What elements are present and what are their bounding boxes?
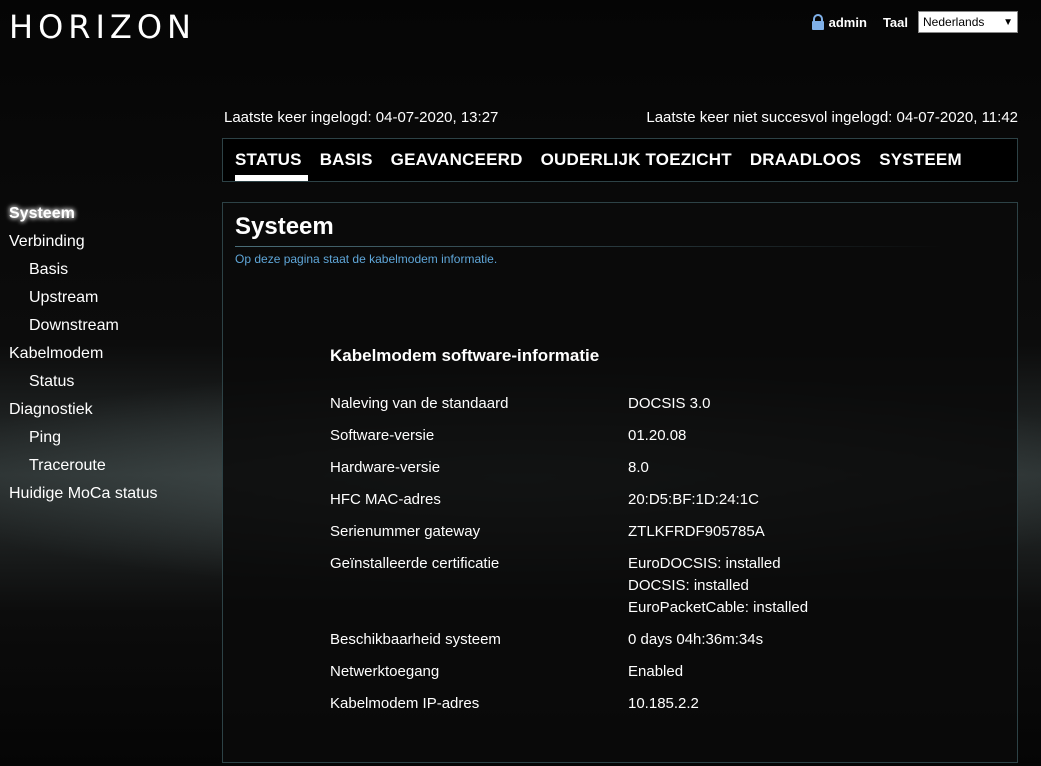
sidebar-item-downstream[interactable]: Downstream xyxy=(9,312,158,340)
info-row: Netwerktoegang Enabled xyxy=(330,661,808,683)
horizon-logo: HORIZON xyxy=(9,8,196,46)
lock-icon xyxy=(811,14,825,30)
sidebar-item-basis[interactable]: Basis xyxy=(9,256,158,284)
page-title: Systeem xyxy=(235,213,334,240)
info-row: Software-versie 01.20.08 xyxy=(330,425,808,447)
sidebar-item-diagnostiek[interactable]: Diagnostiek xyxy=(9,396,158,424)
info-label: Naleving van de standaard xyxy=(330,395,509,412)
info-value: 10.185.2.2 xyxy=(628,695,699,712)
info-value: 20:D5:BF:1D:24:1C xyxy=(628,491,759,508)
last-failed-login-text: Laatste keer niet succesvol ingelogd: 04… xyxy=(646,109,1018,126)
info-value: DOCSIS 3.0 xyxy=(628,395,711,412)
sidebar-item-kabelmodem[interactable]: Kabelmodem xyxy=(9,340,158,368)
info-value: 01.20.08 xyxy=(628,427,687,444)
language-select[interactable]: Nederlands ▼ xyxy=(918,11,1018,33)
info-label: Geïnstalleerde certificatie xyxy=(330,555,500,572)
info-label: HFC MAC-adres xyxy=(330,491,441,508)
nav-tab-ouderlijk-toezicht[interactable]: OUDERLIJK TOEZICHT xyxy=(541,139,732,181)
page-description: Op deze pagina staat de kabelmodem infor… xyxy=(235,252,498,266)
sidebar-menu: Systeem Verbinding Basis Upstream Downst… xyxy=(9,200,158,508)
info-row: Kabelmodem IP-adres 10.185.2.2 xyxy=(330,693,808,715)
chevron-down-icon: ▼ xyxy=(1003,16,1013,28)
language-value: Nederlands xyxy=(923,15,985,29)
info-label: Beschikbaarheid systeem xyxy=(330,631,501,648)
info-value: Enabled xyxy=(628,663,684,680)
info-row: Geïnstalleerde certificatie EuroDOCSIS: … xyxy=(330,553,808,619)
info-row: HFC MAC-adres 20:D5:BF:1D:24:1C xyxy=(330,489,808,511)
info-row: Serienummer gateway ZTLKFRDF905785A xyxy=(330,521,808,543)
sidebar-item-status[interactable]: Status xyxy=(9,368,158,396)
info-value: ZTLKFRDF905785A xyxy=(628,523,765,540)
nav-tab-draadloos[interactable]: DRAADLOOS xyxy=(750,139,861,181)
info-value: EuroDOCSIS: installed DOCSIS: installed … xyxy=(628,555,809,616)
sidebar-item-ping[interactable]: Ping xyxy=(9,424,158,452)
user-badge[interactable]: admin xyxy=(811,14,867,30)
sidebar-item-upstream[interactable]: Upstream xyxy=(9,284,158,312)
main-nav: STATUS BASIS GEAVANCEERD OUDERLIJK TOEZI… xyxy=(222,138,1018,182)
sidebar-item-systeem[interactable]: Systeem xyxy=(9,200,158,228)
nav-tab-status[interactable]: STATUS xyxy=(235,139,308,181)
sidebar-item-moca-status[interactable]: Huidige MoCa status xyxy=(9,480,158,508)
info-value: 0 days 04h:36m:34s xyxy=(628,631,764,648)
info-row: Beschikbaarheid systeem 0 days 04h:36m:3… xyxy=(330,629,808,651)
language-label: Taal xyxy=(882,14,908,30)
info-label: Serienummer gateway xyxy=(330,523,481,540)
login-info-bar: Laatste keer ingelogd: 04-07-2020, 13:27… xyxy=(224,109,1018,126)
nav-tab-geavanceerd[interactable]: GEAVANCEERD xyxy=(391,139,523,181)
info-table: Naleving van de standaard DOCSIS 3.0 Sof… xyxy=(330,393,808,725)
last-login-text: Laatste keer ingelogd: 04-07-2020, 13:27 xyxy=(224,109,499,126)
content-panel: Systeem Op deze pagina staat de kabelmod… xyxy=(222,202,1018,763)
user-name: admin xyxy=(828,14,867,30)
top-right-bar: admin Taal Nederlands ▼ xyxy=(811,11,1018,33)
info-row: Hardware-versie 8.0 xyxy=(330,457,808,479)
info-label: Kabelmodem IP-adres xyxy=(330,695,480,712)
sidebar-item-verbinding[interactable]: Verbinding xyxy=(9,228,158,256)
info-label: Netwerktoegang xyxy=(330,663,440,680)
info-value: 8.0 xyxy=(628,459,649,476)
nav-tab-basis[interactable]: BASIS xyxy=(320,139,373,181)
info-label: Hardware-versie xyxy=(330,459,441,476)
title-divider xyxy=(235,246,945,247)
sidebar-item-traceroute[interactable]: Traceroute xyxy=(9,452,158,480)
nav-tab-systeem[interactable]: SYSTEEM xyxy=(879,139,962,181)
section-title: Kabelmodem software-informatie xyxy=(330,346,600,365)
info-label: Software-versie xyxy=(330,427,435,444)
info-row: Naleving van de standaard DOCSIS 3.0 xyxy=(330,393,808,415)
